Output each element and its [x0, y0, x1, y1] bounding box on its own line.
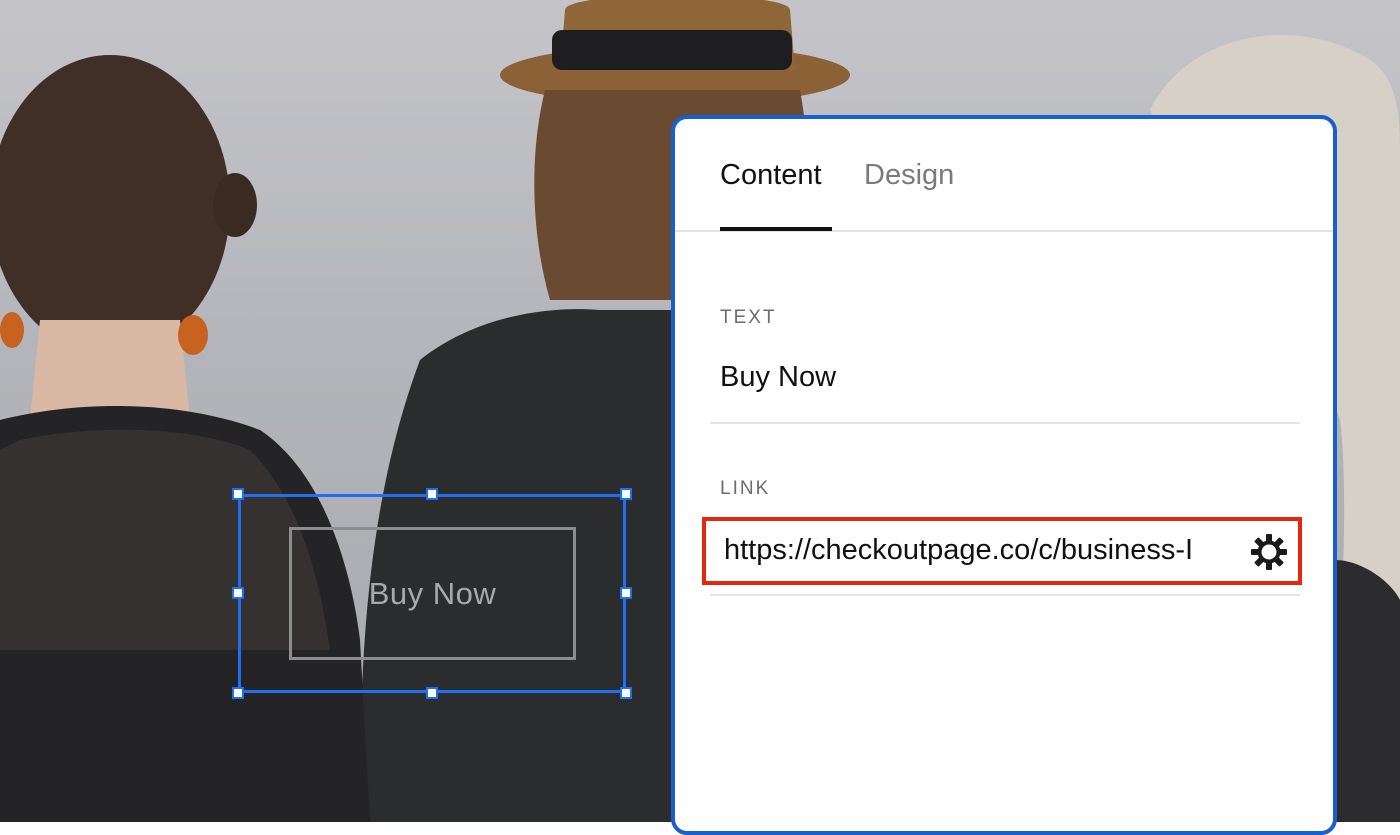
link-input[interactable]: https://checkoutpage.co/c/business-I [724, 534, 1234, 567]
resize-handle-top-left[interactable] [232, 488, 244, 500]
link-field-label: LINK [720, 478, 771, 499]
tab-content[interactable]: Content [720, 159, 822, 192]
divider [710, 594, 1300, 596]
text-input[interactable]: Buy Now [720, 361, 836, 394]
gear-icon[interactable] [1250, 533, 1288, 571]
link-field-highlight: https://checkoutpage.co/c/business-I [702, 517, 1302, 585]
resize-handle-bottom-left[interactable] [232, 687, 244, 699]
text-field-label: TEXT [720, 307, 777, 328]
resize-handle-top-middle[interactable] [426, 488, 438, 500]
active-tab-indicator [720, 227, 832, 231]
resize-handle-middle-right[interactable] [620, 587, 632, 599]
resize-handle-bottom-right[interactable] [620, 687, 632, 699]
button-editor-panel: Content Design TEXT Buy Now LINK https:/… [671, 115, 1337, 835]
buy-now-button[interactable]: Buy Now [289, 527, 576, 660]
tab-design[interactable]: Design [864, 159, 954, 192]
divider [710, 422, 1300, 424]
panel-tabs: Content Design [675, 119, 1333, 232]
resize-handle-bottom-middle[interactable] [426, 687, 438, 699]
resize-handle-middle-left[interactable] [232, 587, 244, 599]
buy-now-button-label: Buy Now [368, 575, 497, 611]
resize-handle-top-right[interactable] [620, 488, 632, 500]
